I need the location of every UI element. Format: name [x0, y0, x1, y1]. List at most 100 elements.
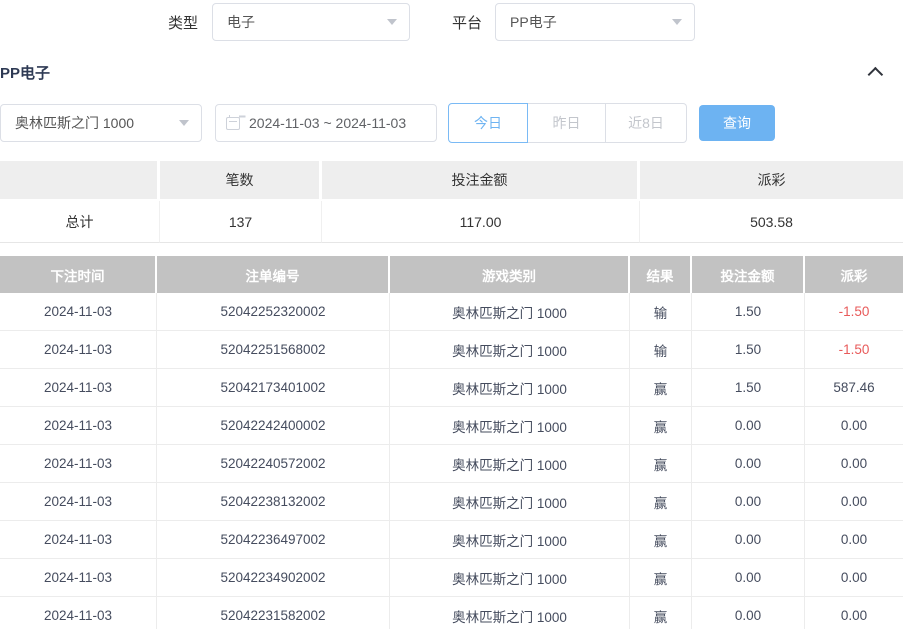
payout-cell: 0.00 — [805, 445, 903, 483]
section-title: PP电子 — [0, 62, 50, 83]
summary-header-count: 笔数 — [160, 161, 322, 201]
summary-total-label: 总计 — [0, 201, 160, 243]
bet-id-cell: 52042236497002 — [157, 521, 390, 559]
game-type-cell: 奥林匹斯之门 1000 — [390, 293, 630, 331]
platform-select[interactable]: PP电子 — [495, 3, 695, 41]
collapse-chevron-up-icon[interactable] — [868, 67, 884, 83]
bet-date-cell: 2024-11-03 — [0, 369, 157, 407]
detail-table: 下注时间 注单编号 游戏类别 结果 投注金额 派彩 2024-11-03 520… — [0, 256, 903, 629]
game-type-cell: 奥林匹斯之门 1000 — [390, 559, 630, 597]
game-type-cell: 奥林匹斯之门 1000 — [390, 445, 630, 483]
bet-amount-cell: 0.00 — [692, 597, 805, 629]
game-select-value: 奥林匹斯之门 1000 — [15, 113, 134, 133]
detail-table-body: 2024-11-03 52042252320002 奥林匹斯之门 1000 输 … — [0, 293, 903, 629]
detail-header-result: 结果 — [630, 256, 692, 293]
bet-date-cell: 2024-11-03 — [0, 483, 157, 521]
detail-header-bet-time: 下注时间 — [0, 256, 157, 293]
bet-amount-cell: 1.50 — [692, 369, 805, 407]
bet-id-cell: 52042251568002 — [157, 331, 390, 369]
game-type-cell: 奥林匹斯之门 1000 — [390, 521, 630, 559]
table-row: 2024-11-03 52042173401002 奥林匹斯之门 1000 赢 … — [0, 369, 903, 407]
top-filter-bar: 类型 电子 平台 PP电子 — [0, 0, 903, 42]
bet-id-cell: 52042231582002 — [157, 597, 390, 629]
bet-amount-cell: 0.00 — [692, 407, 805, 445]
result-cell: 赢 — [630, 407, 692, 445]
summary-header-payout: 派彩 — [640, 161, 903, 201]
result-cell: 赢 — [630, 445, 692, 483]
result-cell: 赢 — [630, 483, 692, 521]
table-row: 2024-11-03 52042234902002 奥林匹斯之门 1000 赢 … — [0, 559, 903, 597]
payout-cell: 587.46 — [805, 369, 903, 407]
table-row: 2024-11-03 52042236497002 奥林匹斯之门 1000 赢 … — [0, 521, 903, 559]
summary-header-empty — [0, 161, 160, 201]
payout-cell: 0.00 — [805, 483, 903, 521]
bet-date-cell: 2024-11-03 — [0, 407, 157, 445]
game-type-cell: 奥林匹斯之门 1000 — [390, 483, 630, 521]
game-type-cell: 奥林匹斯之门 1000 — [390, 407, 630, 445]
yesterday-button[interactable]: 昨日 — [528, 103, 606, 143]
summary-table: 笔数 投注金额 派彩 总计 137 117.00 503.58 — [0, 161, 903, 243]
payout-cell: 0.00 — [805, 559, 903, 597]
date-range-input[interactable]: 2024-11-03 ~ 2024-11-03 — [215, 104, 437, 142]
summary-total-count: 137 — [160, 201, 322, 243]
result-cell: 输 — [630, 331, 692, 369]
bet-id-cell: 52042242400002 — [157, 407, 390, 445]
type-select[interactable]: 电子 — [212, 3, 410, 41]
type-label: 类型 — [168, 12, 198, 33]
bet-date-cell: 2024-11-03 — [0, 597, 157, 629]
date-range-value: 2024-11-03 ~ 2024-11-03 — [249, 115, 406, 131]
detail-header-payout: 派彩 — [805, 256, 903, 293]
section-header: PP电子 — [0, 62, 903, 83]
platform-select-value: PP电子 — [510, 12, 557, 32]
last-8-days-button[interactable]: 近8日 — [606, 103, 687, 143]
bet-id-cell: 52042173401002 — [157, 369, 390, 407]
bet-amount-cell: 0.00 — [692, 559, 805, 597]
bet-amount-cell: 0.00 — [692, 445, 805, 483]
summary-header-amount: 投注金额 — [322, 161, 640, 201]
quick-date-button-group: 今日 昨日 近8日 — [448, 103, 687, 143]
bet-id-cell: 52042252320002 — [157, 293, 390, 331]
type-select-value: 电子 — [227, 12, 255, 32]
bet-id-cell: 52042234902002 — [157, 559, 390, 597]
bet-date-cell: 2024-11-03 — [0, 331, 157, 369]
game-select[interactable]: 奥林匹斯之门 1000 — [0, 104, 202, 142]
result-cell: 输 — [630, 293, 692, 331]
payout-cell: 0.00 — [805, 521, 903, 559]
detail-header-amount: 投注金额 — [692, 256, 805, 293]
platform-label: 平台 — [452, 12, 482, 33]
payout-cell: 0.00 — [805, 597, 903, 629]
table-row: 2024-11-03 52042231582002 奥林匹斯之门 1000 赢 … — [0, 597, 903, 629]
game-type-cell: 奥林匹斯之门 1000 — [390, 331, 630, 369]
game-type-cell: 奥林匹斯之门 1000 — [390, 369, 630, 407]
chevron-down-icon — [387, 19, 397, 25]
chevron-down-icon — [672, 19, 682, 25]
summary-total-payout: 503.58 — [640, 201, 903, 243]
bet-date-cell: 2024-11-03 — [0, 559, 157, 597]
detail-header-bet-id: 注单编号 — [157, 256, 390, 293]
calendar-icon — [226, 117, 240, 130]
payout-cell: 0.00 — [805, 407, 903, 445]
chevron-down-icon — [179, 120, 189, 126]
payout-cell: -1.50 — [805, 331, 903, 369]
bet-amount-cell: 0.00 — [692, 521, 805, 559]
bet-date-cell: 2024-11-03 — [0, 293, 157, 331]
bet-id-cell: 52042240572002 — [157, 445, 390, 483]
query-button[interactable]: 查询 — [699, 105, 775, 141]
bet-amount-cell: 1.50 — [692, 331, 805, 369]
table-row: 2024-11-03 52042252320002 奥林匹斯之门 1000 输 … — [0, 293, 903, 331]
table-row: 2024-11-03 52042242400002 奥林匹斯之门 1000 赢 … — [0, 407, 903, 445]
result-cell: 赢 — [630, 559, 692, 597]
result-cell: 赢 — [630, 521, 692, 559]
result-cell: 赢 — [630, 369, 692, 407]
bet-id-cell: 52042238132002 — [157, 483, 390, 521]
table-row: 2024-11-03 52042240572002 奥林匹斯之门 1000 赢 … — [0, 445, 903, 483]
summary-total-amount: 117.00 — [322, 201, 640, 243]
payout-cell: -1.50 — [805, 293, 903, 331]
game-type-cell: 奥林匹斯之门 1000 — [390, 597, 630, 629]
bet-amount-cell: 1.50 — [692, 293, 805, 331]
bet-date-cell: 2024-11-03 — [0, 445, 157, 483]
detail-header-game-type: 游戏类别 — [390, 256, 630, 293]
summary-total-row: 总计 137 117.00 503.58 — [0, 201, 903, 243]
today-button[interactable]: 今日 — [448, 103, 528, 143]
filter-row: 奥林匹斯之门 1000 2024-11-03 ~ 2024-11-03 今日 昨… — [0, 103, 903, 143]
